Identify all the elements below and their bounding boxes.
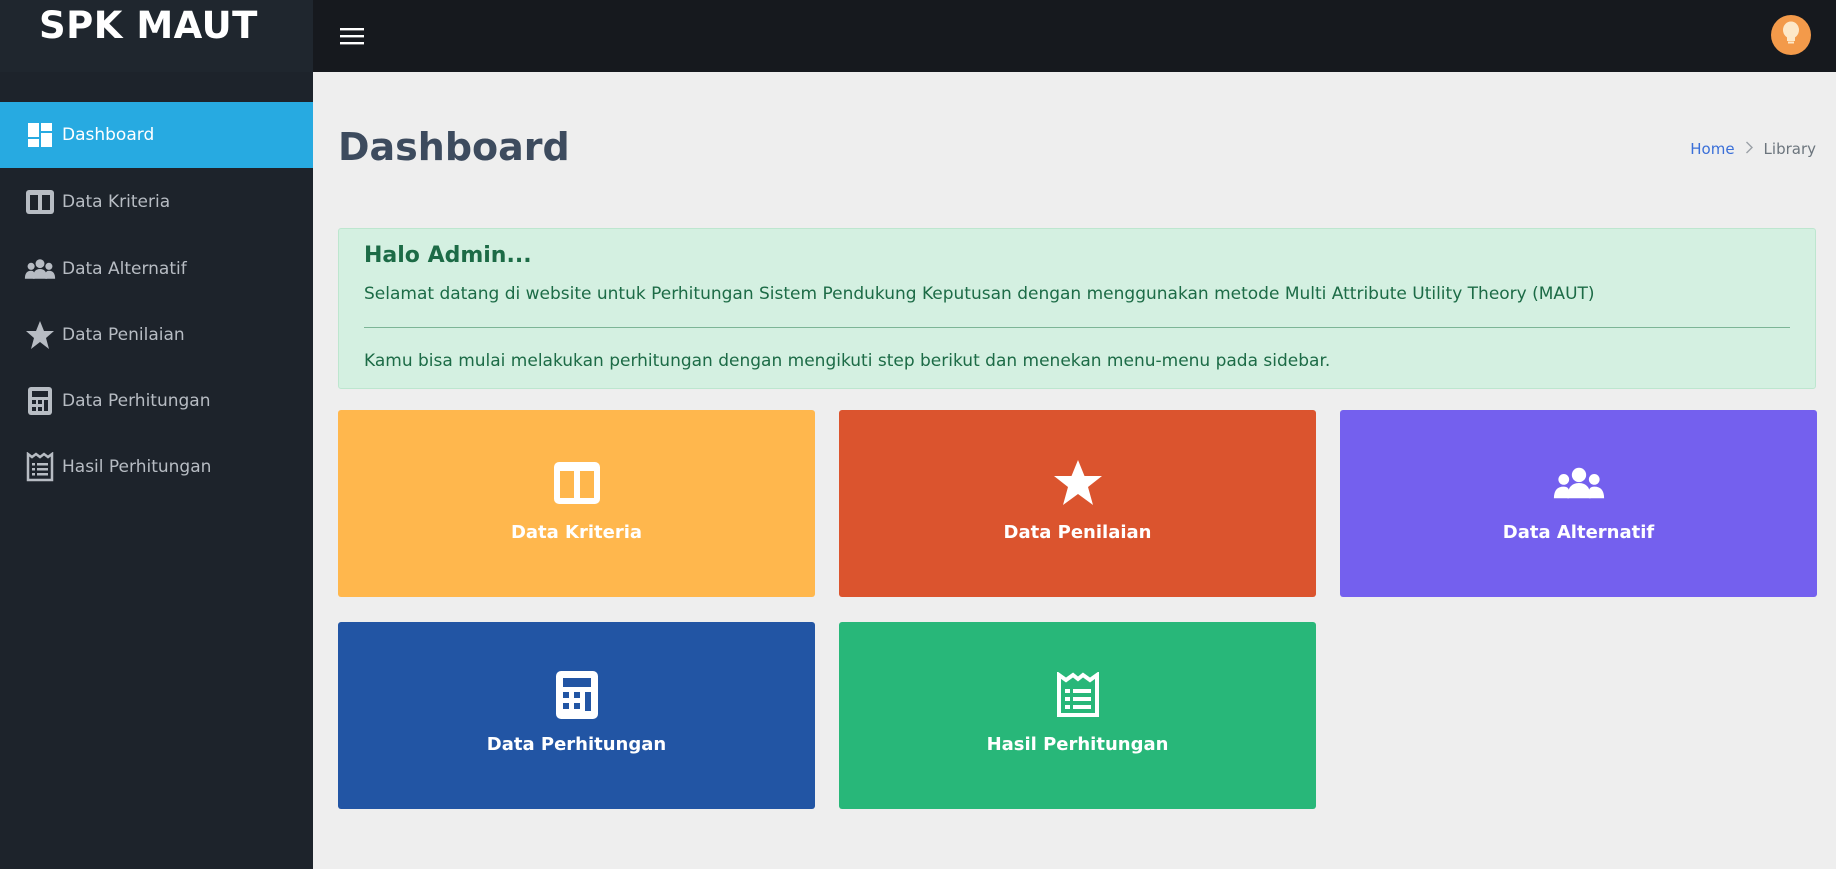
lightbulb-icon <box>1781 21 1801 49</box>
card-data-perhitungan[interactable]: Data Perhitungan <box>338 622 815 809</box>
sidebar-item-label: Data Alternatif <box>62 259 187 279</box>
card-label: Hasil Perhitungan <box>986 734 1169 755</box>
users-icon <box>24 253 56 285</box>
sidebar-item-hasil-perhitungan[interactable]: Hasil Perhitungan <box>0 434 313 500</box>
alert-message: Selamat datang di website untuk Perhitun… <box>364 284 1595 304</box>
sidebar-item-dashboard[interactable]: Dashboard <box>0 102 313 168</box>
columns-icon <box>24 186 56 218</box>
card-label: Data Alternatif <box>1502 522 1655 543</box>
card-label: Data Penilaian <box>1003 522 1152 543</box>
sidebar-item-data-kriteria[interactable]: Data Kriteria <box>0 169 313 235</box>
welcome-alert: Halo Admin... Selamat datang di website … <box>338 228 1816 389</box>
sidebar-item-data-perhitungan[interactable]: Data Perhitungan <box>0 368 313 434</box>
receipt-icon <box>1052 670 1104 720</box>
sidebar-item-label: Data Kriteria <box>62 192 171 212</box>
sidebar-item-label: Data Penilaian <box>62 325 185 345</box>
sidebar-item-data-penilaian[interactable]: Data Penilaian <box>0 302 313 368</box>
card-data-penilaian[interactable]: Data Penilaian <box>839 410 1316 597</box>
columns-icon <box>551 458 603 508</box>
avatar[interactable] <box>1771 15 1811 55</box>
alert-title: Halo Admin... <box>364 243 532 268</box>
card-label: Data Perhitungan <box>486 734 667 755</box>
breadcrumb-home-link[interactable]: Home <box>1690 140 1734 158</box>
brand-logo-text[interactable]: SPK MAUT <box>39 4 258 47</box>
sidebar-item-data-alternatif[interactable]: Data Alternatif <box>0 236 313 302</box>
card-data-alternatif[interactable]: Data Alternatif <box>1340 410 1817 597</box>
dashboard-icon <box>24 119 56 151</box>
alert-divider <box>364 327 1790 328</box>
brand[interactable]: SPK MAUT <box>0 0 313 72</box>
sidebar: SPK MAUT Dashboard Data Kriteria Data Al… <box>0 0 313 869</box>
card-label: Data Kriteria <box>510 522 643 543</box>
chevron-right-icon <box>1745 141 1754 158</box>
calculator-icon <box>24 385 56 417</box>
receipt-icon <box>24 451 56 483</box>
sidebar-item-label: Hasil Perhitungan <box>62 457 212 477</box>
topbar <box>313 0 1836 72</box>
star-icon <box>1052 458 1104 508</box>
breadcrumb: Home Library <box>1690 140 1816 158</box>
breadcrumb-current: Library <box>1763 140 1816 158</box>
star-icon <box>24 319 56 351</box>
card-hasil-perhitungan[interactable]: Hasil Perhitungan <box>839 622 1316 809</box>
sidebar-item-label: Data Perhitungan <box>62 391 211 411</box>
page-title: Dashboard <box>338 125 570 169</box>
hamburger-icon[interactable] <box>336 20 368 52</box>
sidebar-item-label: Dashboard <box>62 125 155 145</box>
users-icon <box>1553 458 1605 508</box>
calculator-icon <box>551 670 603 720</box>
alert-instructions: Kamu bisa mulai melakukan perhitungan de… <box>364 351 1331 371</box>
card-data-kriteria[interactable]: Data Kriteria <box>338 410 815 597</box>
